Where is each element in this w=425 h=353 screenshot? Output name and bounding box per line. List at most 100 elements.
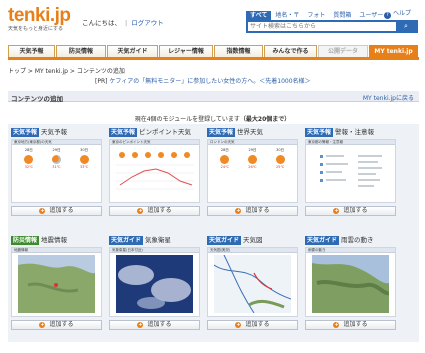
preview-title: 地震情報 xyxy=(12,248,101,253)
module-card-pinpoint: 天気予報 ピンポイント天気 東京のピンポイント天気 + 追加する xyxy=(109,128,200,216)
forecast-day: 28日 32℃ xyxy=(24,148,34,169)
greeting-separator: | xyxy=(125,19,128,27)
add-label: 追加する xyxy=(245,321,270,328)
satellite-map-preview xyxy=(116,255,193,313)
search-icon: ⌕ xyxy=(404,22,408,30)
warning-table-preview xyxy=(320,155,382,187)
forecast-day: 29日 31℃ xyxy=(51,148,61,169)
module-preview: 東京のピンポイント天気 xyxy=(109,139,200,203)
card-header: 天気予報 警報・注意報 xyxy=(305,128,396,137)
page-title: コンテンツの追加 xyxy=(11,95,63,103)
search-button[interactable]: ⌕ xyxy=(396,22,416,31)
card-title: 雨雲の動き xyxy=(341,236,374,244)
module-count-text: 現在4個のモジュールを登録しています（最大20個まで） xyxy=(0,114,425,123)
preview-title: 天気図(実況) xyxy=(208,248,297,253)
card-header: 天気ガイド 天気図 xyxy=(207,236,298,245)
module-preview: 地震情報 xyxy=(11,247,102,317)
card-title: ピンポイント天気 xyxy=(139,128,192,136)
card-title: 天気予報 xyxy=(41,128,68,136)
plus-icon: + xyxy=(333,322,340,328)
breadcrumb-top[interactable]: トップ xyxy=(8,68,26,75)
nav-community[interactable]: みんなで作る xyxy=(264,45,317,57)
search-tab-all[interactable]: すべて xyxy=(246,11,272,20)
earthquake-map-preview xyxy=(18,255,95,313)
plus-icon: + xyxy=(235,208,242,214)
add-label: 追加する xyxy=(49,207,74,214)
add-module-button[interactable]: + 追加する xyxy=(207,206,298,216)
module-card-satellite: 天気ガイド 気象衛星 気象衛星(日本付近) + 追加する xyxy=(109,236,200,330)
card-title: 気象衛星 xyxy=(145,236,172,244)
nav-forecast[interactable]: 天気予報 xyxy=(8,45,55,57)
pr-link[interactable]: ケフィアの「無料モニター」に参加したい女性の方へ。＜先着1000名様＞ xyxy=(109,78,310,85)
card-header: 防災情報 地震情報 xyxy=(11,236,102,245)
forecast-days: 28日 32℃ 29日 31℃ 30日 33℃ xyxy=(12,145,101,169)
breadcrumb-my-tenki[interactable]: MY tenki.jp xyxy=(35,68,68,75)
search-input[interactable] xyxy=(248,22,388,31)
module-card-forecast: 天気予報 天気予報 東京地方(東京都)の天気 28日 32℃ 29日 31℃ 30日 3… xyxy=(11,128,102,216)
sun-icon xyxy=(79,155,89,164)
sun-cloud-icon xyxy=(51,155,61,164)
plus-icon: + xyxy=(39,322,46,328)
plus-icon: + xyxy=(137,208,144,214)
card-header: 天気ガイド 気象衛星 xyxy=(109,236,200,245)
pr-label: [PR] xyxy=(95,78,108,85)
logo-text: tenki.jp xyxy=(8,5,71,26)
category-badge: 防災情報 xyxy=(11,236,40,245)
plus-icon: + xyxy=(333,208,340,214)
preview-title: 雨雲の動き xyxy=(306,248,395,253)
nav-my-tenki[interactable]: MY tenki.jp xyxy=(369,45,418,57)
add-module-button[interactable]: + 追加する xyxy=(11,206,102,216)
card-title: 世界天気 xyxy=(237,128,264,136)
add-module-button[interactable]: + 追加する xyxy=(305,206,396,216)
add-module-button[interactable]: + 追加する xyxy=(207,320,298,330)
sun-icon xyxy=(24,155,34,164)
card-header: 天気予報 ピンポイント天気 xyxy=(109,128,200,137)
category-badge: 天気ガイド xyxy=(207,236,242,245)
search-tab-user[interactable]: ユーザー xyxy=(355,11,387,20)
pinpoint-chart-preview xyxy=(116,152,194,190)
add-module-button[interactable]: + 追加する xyxy=(11,320,102,330)
main-nav: 天気予報 防災情報 天気ガイド レジャー情報 指数情報 みんなで作る 公開データ… xyxy=(8,45,419,60)
card-title: 地震情報 xyxy=(41,236,68,244)
module-count-main: 現在4個のモジュールを登録しています xyxy=(134,116,240,123)
nav-index[interactable]: 指数情報 xyxy=(214,45,263,57)
content-header: コンテンツの追加 MY tenki.jpに戻る xyxy=(8,91,419,103)
plus-icon: + xyxy=(235,322,242,328)
category-badge: 天気予報 xyxy=(207,128,236,137)
forecast-days: 28日 24℃ 29日 26℃ 30日 25℃ xyxy=(208,145,297,169)
module-preview: ロンドンの天気 28日 24℃ 29日 26℃ 30日 25℃ xyxy=(207,139,298,203)
forecast-day: 30日 33℃ xyxy=(79,148,89,169)
forecast-day: 29日 26℃ xyxy=(247,148,257,169)
nav-disaster[interactable]: 防災情報 xyxy=(56,45,106,57)
tenki-logo[interactable]: tenki.jp 天気をもっと身近にする xyxy=(8,6,76,36)
card-title: 天気図 xyxy=(243,236,263,244)
add-label: 追加する xyxy=(147,207,172,214)
breadcrumb-current: コンテンツの追加 xyxy=(76,68,125,75)
module-preview: 気象衛星(日本付近) xyxy=(109,247,200,317)
add-label: 追加する xyxy=(49,321,74,328)
module-preview: 天気図(実況) xyxy=(207,247,298,317)
nav-guide[interactable]: 天気ガイド xyxy=(107,45,158,57)
search-tab-place[interactable]: 地名・〒 xyxy=(271,11,303,20)
search-tab-qa[interactable]: 質問箱 xyxy=(329,11,355,20)
module-preview: 東京都の警報・注意報 xyxy=(305,139,396,203)
weather-map-preview xyxy=(214,255,291,313)
add-module-button[interactable]: + 追加する xyxy=(109,320,200,330)
add-label: 追加する xyxy=(147,321,172,328)
logout-link[interactable]: ログアウト xyxy=(131,19,164,27)
nav-leisure[interactable]: レジャー情報 xyxy=(159,45,213,57)
add-module-button[interactable]: + 追加する xyxy=(109,206,200,216)
category-badge: 天気ガイド xyxy=(109,236,144,245)
add-label: 追加する xyxy=(343,321,368,328)
back-to-my-tenki-link[interactable]: MY tenki.jpに戻る xyxy=(363,93,414,102)
add-module-button[interactable]: + 追加する xyxy=(305,320,396,330)
search-tab-photo[interactable]: フォト xyxy=(303,11,329,20)
nav-public-data: 公開データ xyxy=(318,45,368,57)
preview-title: 気象衛星(日本付近) xyxy=(110,248,199,253)
sun-icon xyxy=(220,155,230,164)
module-card-earthquake: 防災情報 地震情報 地震情報 + 追加する xyxy=(11,236,102,330)
pr-banner: [PR] ケフィアの「無料モニター」に参加したい女性の方へ。＜先着1000名様＞ xyxy=(95,76,311,85)
card-header: 天気予報 天気予報 xyxy=(11,128,102,137)
forecast-day: 28日 24℃ xyxy=(220,148,230,169)
add-label: 追加する xyxy=(343,207,368,214)
